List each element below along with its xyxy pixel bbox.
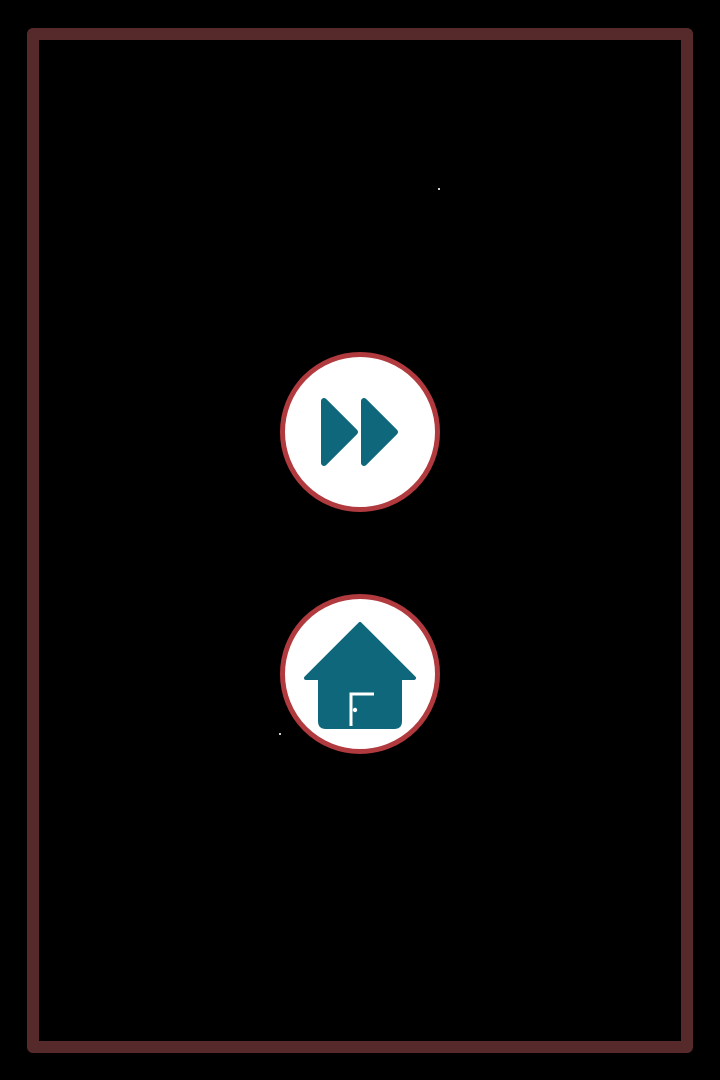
background-speck — [279, 733, 281, 735]
home-icon — [304, 622, 416, 729]
background-speck — [438, 188, 440, 190]
fast-forward-icon — [321, 398, 398, 466]
fast-forward-button[interactable] — [280, 352, 440, 512]
home-button[interactable] — [280, 594, 440, 754]
screen-frame — [27, 28, 693, 1053]
game-screen — [0, 0, 720, 1080]
